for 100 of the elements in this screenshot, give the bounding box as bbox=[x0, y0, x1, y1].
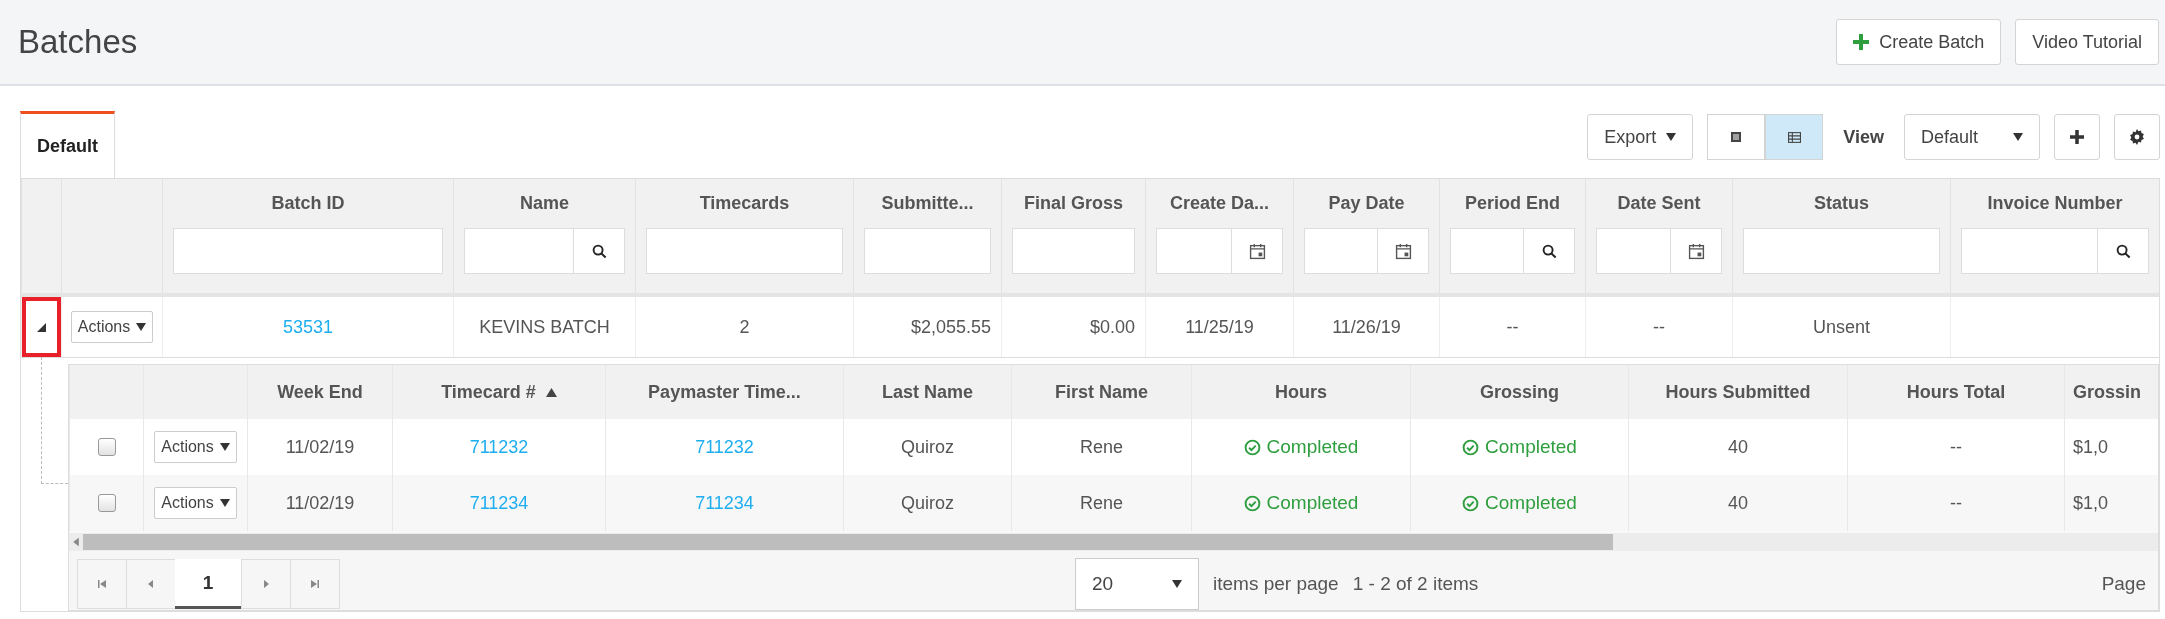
column-header[interactable]: Invoice Number bbox=[1987, 193, 2123, 214]
check-circle-icon bbox=[1462, 438, 1480, 456]
filter-field[interactable] bbox=[1961, 228, 2149, 274]
column-header[interactable]: Batch ID bbox=[271, 193, 345, 214]
table-cell: Quiroz bbox=[901, 436, 954, 458]
table-cell: -- bbox=[1950, 492, 1962, 514]
column-header[interactable]: Hours bbox=[1275, 381, 1327, 403]
view-dropdown[interactable]: Default bbox=[1904, 114, 2040, 160]
check-circle-icon bbox=[1462, 494, 1480, 512]
view-toggle[interactable] bbox=[1765, 114, 1824, 160]
calendar-icon bbox=[1248, 242, 1266, 260]
next-icon bbox=[261, 579, 271, 589]
column-header[interactable]: Hours Total bbox=[1906, 381, 2006, 403]
view-toggle[interactable] bbox=[1707, 114, 1766, 160]
column-header[interactable]: Paymaster Time... bbox=[648, 381, 801, 403]
column-header[interactable]: Final Gross bbox=[1024, 193, 1123, 214]
table-cell: 11/25/19 bbox=[1185, 316, 1254, 338]
page-title: Batches bbox=[18, 23, 138, 61]
table-cell: 11/02/19 bbox=[285, 492, 355, 514]
status-label: Completed bbox=[1243, 492, 1359, 514]
page-label: Page bbox=[2101, 573, 2146, 595]
caret-icon bbox=[219, 499, 230, 507]
scrollbar-thumb[interactable] bbox=[83, 534, 1613, 550]
previous-icon bbox=[146, 579, 156, 589]
export-button[interactable]: Export bbox=[1587, 114, 1694, 160]
filter-field[interactable] bbox=[1304, 228, 1429, 274]
filter-field[interactable] bbox=[864, 228, 991, 274]
filter-field[interactable] bbox=[1156, 228, 1283, 274]
column-header[interactable]: Create Da... bbox=[1169, 193, 1269, 214]
table-cell: -- bbox=[1653, 316, 1665, 338]
calendar-icon bbox=[1687, 242, 1705, 260]
tab[interactable]: Default bbox=[20, 111, 115, 179]
table-cell: $1,0 bbox=[2073, 436, 2109, 458]
actions-dropdown[interactable]: Actions bbox=[70, 311, 154, 343]
expand-toggle[interactable] bbox=[22, 297, 61, 357]
filter-field[interactable] bbox=[464, 228, 625, 274]
column-header[interactable]: Name bbox=[520, 193, 569, 214]
column-header[interactable]: Timecards bbox=[699, 193, 790, 214]
column-header[interactable]: Week End bbox=[277, 381, 363, 403]
table-cell: -- bbox=[1950, 436, 1962, 458]
caret-icon bbox=[1666, 133, 1677, 141]
column-header[interactable]: Last Name bbox=[881, 381, 973, 403]
column-header[interactable]: Grossing bbox=[1480, 381, 1559, 403]
page-size-dropdown[interactable]: 20 bbox=[1075, 558, 1199, 610]
items-summary: 1 - 2 of 2 items bbox=[1352, 573, 1479, 595]
table-icon bbox=[1787, 131, 1801, 143]
table-cell: $2,055.55 bbox=[910, 316, 991, 338]
table-cell: -- bbox=[1506, 316, 1519, 338]
add-button[interactable] bbox=[2054, 114, 2100, 160]
filter-field[interactable] bbox=[1743, 228, 1940, 274]
settings-button[interactable] bbox=[2114, 114, 2160, 160]
first-page-icon bbox=[97, 579, 107, 589]
table-cell: 2 bbox=[739, 316, 750, 338]
table-cell: $0.00 bbox=[1089, 316, 1135, 338]
table-cell: 11/26/19 bbox=[1332, 316, 1401, 338]
triangle-icon bbox=[37, 322, 46, 332]
table-cell: Unsent bbox=[1812, 316, 1870, 338]
search-icon bbox=[1541, 243, 1557, 259]
search-icon bbox=[2115, 243, 2131, 259]
column-header[interactable]: Timecard # bbox=[441, 381, 536, 403]
plus-icon bbox=[2070, 130, 2084, 144]
checkbox[interactable] bbox=[97, 494, 116, 512]
previous-page-button[interactable] bbox=[126, 559, 176, 609]
filter-field[interactable] bbox=[646, 228, 843, 274]
column-header[interactable]: Date Sent bbox=[1617, 193, 1701, 214]
column-header[interactable]: Period End bbox=[1465, 193, 1560, 214]
column-header[interactable]: Status bbox=[1814, 193, 1869, 214]
table-cell: KEVINS BATCH bbox=[479, 316, 610, 338]
table-cell: Rene bbox=[1080, 436, 1123, 458]
filter-field[interactable] bbox=[1596, 228, 1722, 274]
check-circle-icon bbox=[1243, 438, 1261, 456]
create-button[interactable]: Create Batch bbox=[1836, 19, 2002, 65]
page-size-label: items per page bbox=[1213, 573, 1339, 595]
table-cell: 11/02/19 bbox=[285, 436, 355, 458]
actions-dropdown[interactable]: Actions bbox=[154, 431, 237, 463]
column-header[interactable]: Pay Date bbox=[1328, 193, 1405, 214]
filter-field[interactable] bbox=[173, 228, 443, 274]
status-label: Completed bbox=[1243, 436, 1359, 458]
page-button[interactable]: 1 bbox=[175, 559, 241, 609]
filter-field[interactable] bbox=[1450, 228, 1575, 274]
table-cell: 40 bbox=[1728, 436, 1748, 458]
next-page-button[interactable] bbox=[241, 559, 291, 609]
column-header[interactable]: Submitte... bbox=[881, 193, 974, 214]
column-header[interactable]: Hours Submitted bbox=[1665, 381, 1811, 403]
plus-icon bbox=[1853, 34, 1870, 50]
checkbox[interactable] bbox=[97, 438, 116, 456]
column-header[interactable]: Grossin bbox=[2073, 381, 2142, 403]
last-page-button[interactable] bbox=[290, 559, 340, 609]
tutorial-button[interactable]: Video Tutorial bbox=[2015, 19, 2159, 65]
table-cell: Quiroz bbox=[901, 492, 954, 514]
list-icon bbox=[1730, 131, 1743, 143]
settings-icon bbox=[2129, 129, 2145, 145]
check-circle-icon bbox=[1243, 494, 1261, 512]
table-cell: Rene bbox=[1080, 492, 1123, 514]
column-header[interactable]: First Name bbox=[1054, 381, 1148, 403]
actions-dropdown[interactable]: Actions bbox=[154, 487, 237, 519]
first-page-button[interactable] bbox=[77, 559, 127, 609]
calendar-icon bbox=[1394, 242, 1412, 260]
filter-field[interactable] bbox=[1012, 228, 1135, 274]
caret-icon bbox=[219, 443, 230, 451]
